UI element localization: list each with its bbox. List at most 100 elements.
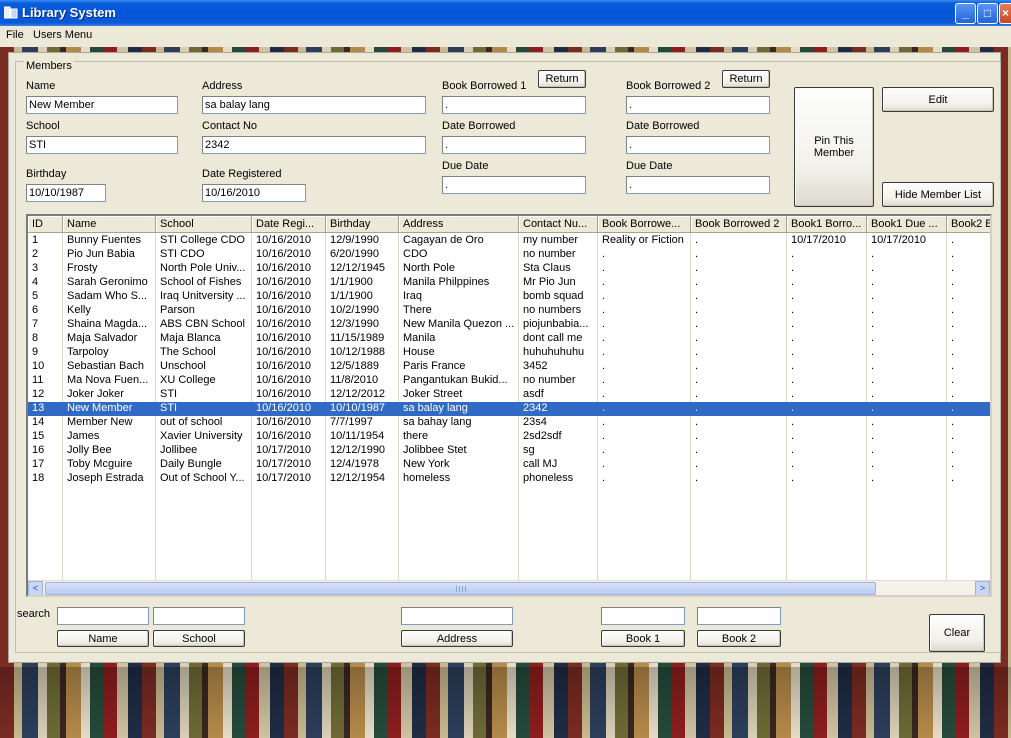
contact-field[interactable]: 2342 <box>202 136 426 154</box>
pin-member-button[interactable]: Pin This Member <box>794 87 874 207</box>
table-row[interactable]: 3 Frosty North Pole Univ... 10/16/2010 12/12… <box>28 262 990 276</box>
book2-field[interactable]: . <box>626 96 770 114</box>
maximize-button[interactable]: □ <box>977 3 998 24</box>
table-row[interactable]: 18 Joseph Estrada Out of School Y... 10/17/… <box>28 472 990 486</box>
table-cell: 11/15/1989 <box>330 332 385 344</box>
table-row[interactable]: 4 Sarah Geronimo School of Fishes 10/16/201… <box>28 276 990 290</box>
table-row[interactable]: 2 Pio Jun Babia STI CDO 10/16/2010 6/20/1990… <box>28 248 990 262</box>
column-header[interactable]: Address <box>399 216 519 233</box>
title-bar[interactable]: Library System _ □ × <box>0 0 1011 26</box>
search-school-button[interactable]: School <box>153 630 245 647</box>
table-row[interactable]: 9 Tarpoloy The School 10/16/2010 10/12/1988 H… <box>28 346 990 360</box>
birthday-field[interactable]: 10/10/1987 <box>26 184 106 202</box>
table-cell: . <box>871 444 875 456</box>
column-header[interactable]: ID <box>28 216 63 233</box>
table-row[interactable]: 6 Kelly Parson 10/16/2010 10/2/1990 There no n… <box>28 304 990 318</box>
date-registered-field[interactable]: 10/16/2010 <box>202 184 306 202</box>
table-cell: ABS CBN School <box>160 318 245 330</box>
table-cell: . <box>695 360 699 372</box>
return-book2-button[interactable]: Return <box>722 70 770 88</box>
table-cell: call MJ <box>523 458 558 470</box>
scroll-left-arrow-icon[interactable]: < <box>28 581 43 595</box>
table-cell: School of Fishes <box>160 276 242 288</box>
school-field[interactable]: STI <box>26 136 178 154</box>
table-row[interactable]: 14 Member New out of school 10/16/2010 7/7/1… <box>28 416 990 430</box>
search-book2-input[interactable] <box>697 607 781 625</box>
column-header[interactable]: Birthday <box>326 216 399 233</box>
search-address-input[interactable] <box>401 607 513 625</box>
table-row[interactable]: 13 New Member STI 10/16/2010 10/10/1987 sa ba… <box>28 402 990 416</box>
table-cell: 16 <box>32 444 45 456</box>
column-header[interactable]: School <box>156 216 252 233</box>
table-cell: Joker Joker <box>67 388 124 400</box>
search-name-input[interactable] <box>57 607 149 625</box>
table-row[interactable]: 10 Sebastian Bach Unschool 10/16/2010 12/5/1… <box>28 360 990 374</box>
table-row[interactable]: 1 Bunny Fuentes STI College CDO 10/16/2010 1… <box>28 234 990 248</box>
search-book1-input[interactable] <box>601 607 685 625</box>
table-cell: Toby Mcguire <box>67 458 133 470</box>
menu-users[interactable]: Users Menu <box>33 29 92 41</box>
table-cell: . <box>791 360 795 372</box>
table-row[interactable]: 16 Jolly Bee Jollibee 10/17/2010 12/12/1990 J… <box>28 444 990 458</box>
due-date1-field[interactable]: . <box>442 176 586 194</box>
column-header[interactable]: Name <box>63 216 156 233</box>
table-cell: Daily Bungle <box>160 458 222 470</box>
column-header[interactable]: Contact Nu... <box>519 216 598 233</box>
column-header[interactable]: Book Borrowe... <box>598 216 691 233</box>
table-cell: 7/7/1997 <box>330 416 373 428</box>
book1-field[interactable]: . <box>442 96 586 114</box>
table-row[interactable]: 5 Sadam Who S... Iraq Unitversity ... 10/16… <box>28 290 990 304</box>
column-header[interactable]: Book Borrowed 2 <box>691 216 787 233</box>
table-cell: Joker Street <box>403 388 463 400</box>
date-borrowed2-field[interactable]: . <box>626 136 770 154</box>
table-cell: . <box>951 402 955 414</box>
column-header[interactable]: Book1 Borro... <box>787 216 867 233</box>
table-row[interactable]: 7 Shaina Magda... ABS CBN School 10/16/2010… <box>28 318 990 332</box>
table-row[interactable]: 12 Joker Joker STI 10/16/2010 12/12/2012 Joke… <box>28 388 990 402</box>
search-school-input[interactable] <box>153 607 245 625</box>
hide-member-list-button[interactable]: Hide Member List <box>882 182 994 207</box>
table-cell: 1 <box>32 234 39 246</box>
search-book2-button[interactable]: Book 2 <box>697 630 781 647</box>
scroll-thumb[interactable] <box>45 582 876 595</box>
search-address-button[interactable]: Address <box>401 630 513 647</box>
table-cell: . <box>602 472 606 484</box>
column-header[interactable]: Book1 Due ... <box>867 216 947 233</box>
close-button[interactable]: × <box>999 3 1011 24</box>
table-cell: . <box>791 304 795 316</box>
members-grid[interactable]: ID Name School Date Regi... Birthday Address C… <box>26 214 992 597</box>
table-cell: 4 <box>32 276 39 288</box>
due-date2-field[interactable]: . <box>626 176 770 194</box>
search-book1-button[interactable]: Book 1 <box>601 630 685 647</box>
return-book1-button[interactable]: Return <box>538 70 586 88</box>
menu-file[interactable]: File <box>6 29 24 41</box>
search-name-button[interactable]: Name <box>57 630 149 647</box>
address-field[interactable]: sa balay lang <box>202 96 426 114</box>
table-cell: Reality or Fiction <box>602 234 684 246</box>
table-row[interactable]: 8 Maja Salvador Maja Blanca 10/16/2010 11/15… <box>28 332 990 346</box>
column-header[interactable]: Date Regi... <box>252 216 326 233</box>
date-borrowed1-field[interactable]: . <box>442 136 586 154</box>
table-cell: . <box>871 346 875 358</box>
name-field[interactable]: New Member <box>26 96 178 114</box>
table-row[interactable]: 15 James Xavier University 10/16/2010 10/11/… <box>28 430 990 444</box>
column-header[interactable]: Book2 B <box>947 216 990 233</box>
table-cell: Jollibee <box>160 444 198 456</box>
table-row[interactable]: 11 Ma Nova Fuen... XU College 10/16/2010 11/… <box>28 374 990 388</box>
table-cell: 5 <box>32 290 39 302</box>
table-cell: 10/16/2010 <box>256 416 312 428</box>
horizontal-scrollbar[interactable]: < > <box>28 580 990 595</box>
clear-button[interactable]: Clear <box>929 614 985 652</box>
edit-button[interactable]: Edit <box>882 87 994 112</box>
table-cell: . <box>602 444 606 456</box>
table-row[interactable]: 17 Toby Mcguire Daily Bungle 10/17/2010 12/4… <box>28 458 990 472</box>
table-cell: 12/9/1990 <box>330 234 379 246</box>
minimize-button[interactable]: _ <box>955 3 976 24</box>
members-group-label: Members <box>24 60 74 72</box>
table-cell: . <box>791 290 795 302</box>
table-cell: . <box>791 416 795 428</box>
scroll-right-arrow-icon[interactable]: > <box>975 581 990 595</box>
table-cell: . <box>791 248 795 260</box>
table-cell: . <box>871 262 875 274</box>
table-cell: . <box>871 374 875 386</box>
